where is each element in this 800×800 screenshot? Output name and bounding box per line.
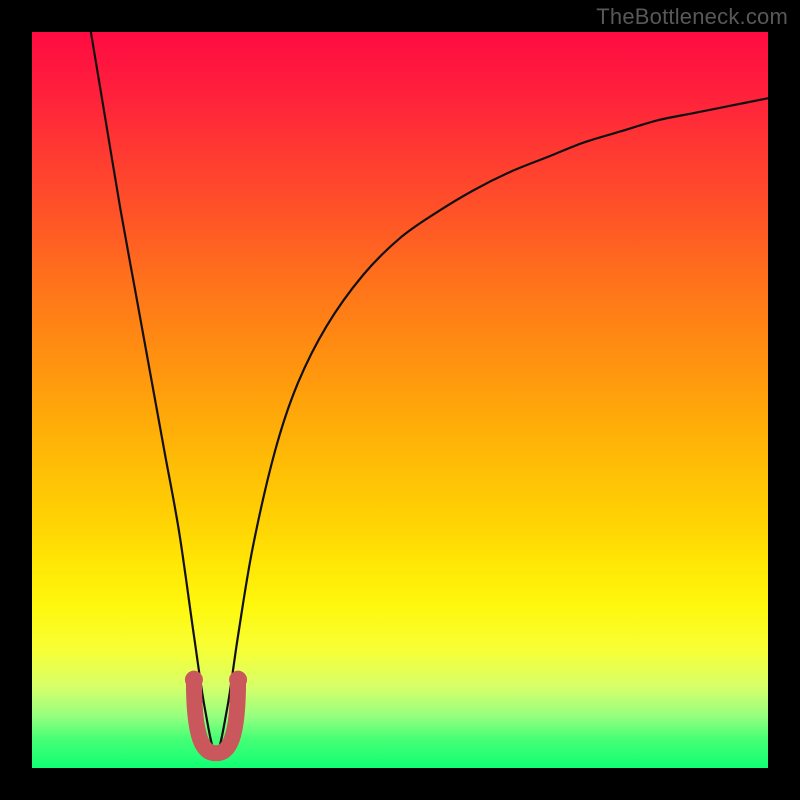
curve-svg [32, 32, 768, 768]
optimal-marker-dot-left [185, 671, 203, 689]
chart-container: TheBottleneck.com [0, 0, 800, 800]
watermark-text: TheBottleneck.com [596, 4, 788, 30]
mismatch-curve [91, 32, 768, 753]
plot-area [32, 32, 768, 768]
optimal-marker-dot-right [229, 671, 247, 689]
optimal-marker [194, 680, 238, 754]
